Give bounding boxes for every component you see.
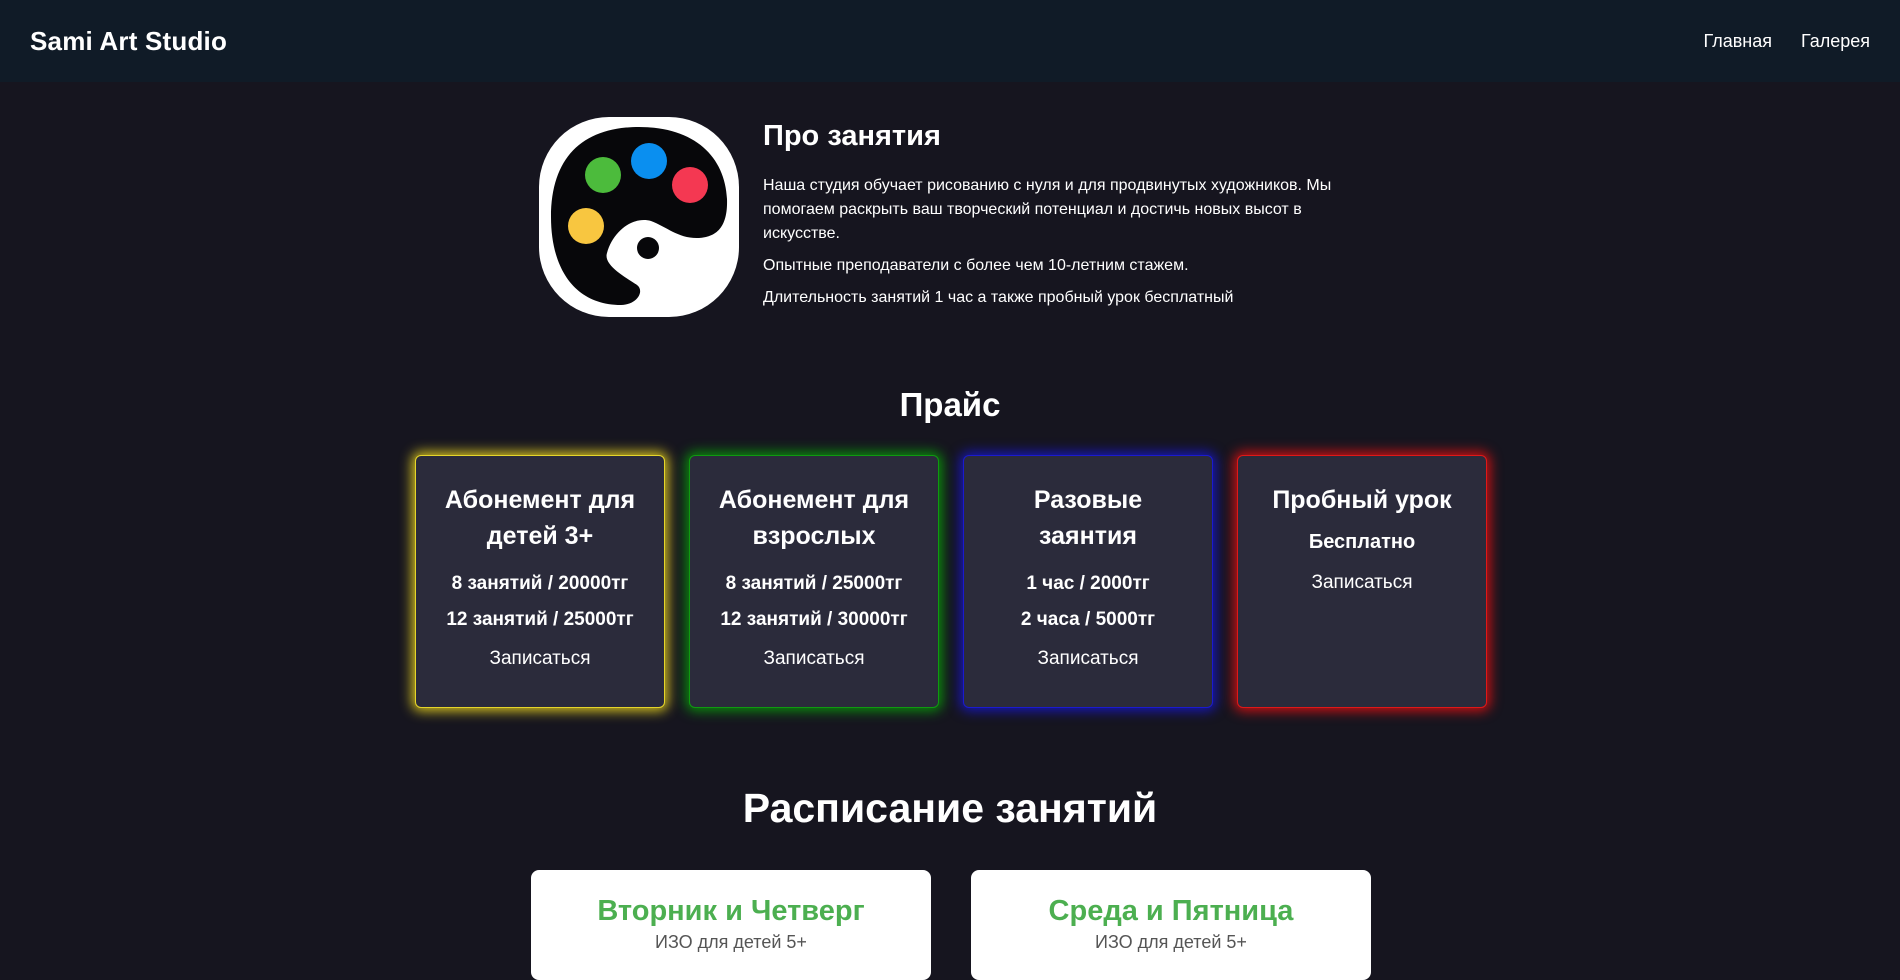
schedule-cards: Вторник и Четверг ИЗО для детей 5+ Среда… xyxy=(531,870,1371,980)
schedule-title: Расписание занятий xyxy=(742,785,1158,831)
price-card-single: Разовые заянтия 1 час / 2000тг 2 часа / … xyxy=(963,455,1213,708)
about-text: Про занятия Наша студия обучает рисовани… xyxy=(763,120,1343,318)
palette-icon xyxy=(539,117,739,317)
price-card-title: Абонемент для взрослых xyxy=(718,486,910,550)
price-line: 8 занятий / 25000тг xyxy=(725,573,903,594)
top-navbar: Sami Art Studio Главная Галерея xyxy=(0,0,1900,82)
price-card-title: Пробный урок xyxy=(1272,486,1452,514)
signup-button[interactable]: Записаться xyxy=(1038,648,1139,670)
price-line: 12 занятий / 30000тг xyxy=(720,609,908,630)
nav-link-home[interactable]: Главная xyxy=(1703,31,1772,52)
price-card-trial: Пробный урок Бесплатно Записаться xyxy=(1237,455,1487,708)
schedule-subtitle: ИЗО для детей 5+ xyxy=(1095,932,1247,952)
about-title: Про занятия xyxy=(763,120,941,152)
price-line: 8 занятий / 20000тг xyxy=(451,573,629,594)
price-card-title: Абонемент для детей 3+ xyxy=(444,486,636,550)
schedule-card: Среда и Пятница ИЗО для детей 5+ xyxy=(971,870,1371,980)
schedule-card: Вторник и Четверг ИЗО для детей 5+ xyxy=(531,870,931,980)
nav-links: Главная Галерея xyxy=(1703,31,1870,52)
signup-button[interactable]: Записаться xyxy=(490,648,591,670)
price-line: 12 занятий / 25000тг xyxy=(446,609,634,630)
schedule-days: Вторник и Четверг xyxy=(597,895,865,927)
brand-logo-text[interactable]: Sami Art Studio xyxy=(30,26,227,57)
about-paragraph: Наша студия обучает рисованию с нуля и д… xyxy=(763,177,1332,242)
about-paragraph: Опытные преподаватели с более чем 10-лет… xyxy=(763,257,1189,274)
signup-button[interactable]: Записаться xyxy=(764,648,865,670)
nav-link-gallery[interactable]: Галерея xyxy=(1801,31,1870,52)
price-free-label: Бесплатно xyxy=(1308,531,1416,553)
pricing-cards: Абонемент для детей 3+ 8 занятий / 20000… xyxy=(415,455,1487,708)
schedule-days: Среда и Пятница xyxy=(1048,895,1294,927)
price-line: 1 час / 2000тг xyxy=(1026,573,1150,594)
price-card-adults: Абонемент для взрослых 8 занятий / 25000… xyxy=(689,455,939,708)
about-paragraph: Длительность занятий 1 час а также пробн… xyxy=(763,289,1234,306)
pricing-title: Прайс xyxy=(899,386,1001,423)
price-line: 2 часа / 5000тг xyxy=(1020,609,1156,630)
signup-button[interactable]: Записаться xyxy=(1312,572,1413,594)
price-card-title: Разовые заянтия xyxy=(1033,486,1143,550)
about-section: Про занятия Наша студия обучает рисовани… xyxy=(539,117,1343,318)
schedule-subtitle: ИЗО для детей 5+ xyxy=(655,932,807,952)
price-card-kids: Абонемент для детей 3+ 8 занятий / 20000… xyxy=(415,455,665,708)
